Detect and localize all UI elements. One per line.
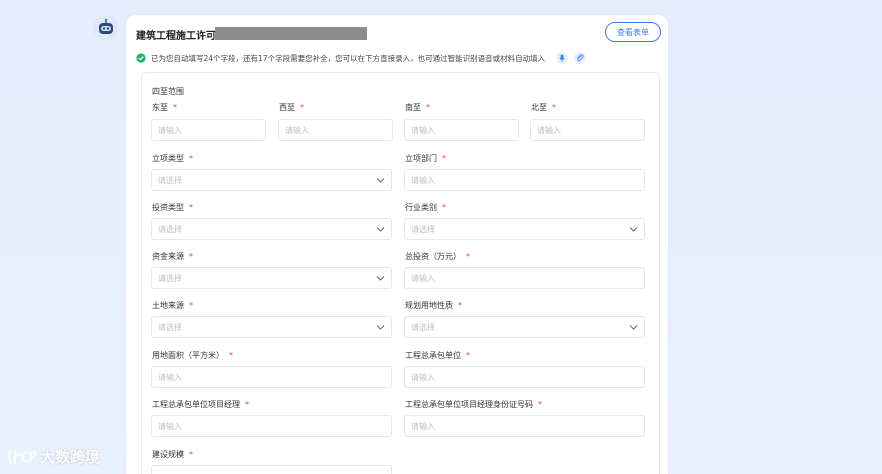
- label-south: 南至 *: [405, 103, 430, 112]
- label-north: 北至 *: [531, 103, 556, 112]
- east-input[interactable]: 请输入: [151, 119, 266, 141]
- west-input[interactable]: 请输入: [278, 119, 393, 141]
- south-input[interactable]: 请输入: [404, 119, 519, 141]
- label-general-contractor: 工程总承包单位 *: [405, 351, 470, 360]
- chevron-down-icon: [629, 227, 638, 232]
- chevron-down-icon: [376, 178, 385, 183]
- contractor-manager-id-input[interactable]: 请输入: [404, 415, 645, 437]
- watermark: 大数跨境: [7, 446, 100, 467]
- chevron-down-icon: [629, 325, 638, 330]
- notice-text: 已为您自动填写24个字段，还有17个字段需要您补全，您可以在下方直接录入，也可通…: [151, 53, 546, 63]
- north-input[interactable]: 请输入: [530, 119, 645, 141]
- land-area-input[interactable]: 请输入: [151, 366, 392, 388]
- construction-scale-input[interactable]: [151, 465, 392, 474]
- label-total-investment: 总投资（万元） *: [405, 252, 470, 261]
- label-construction-scale: 建设规模 *: [152, 450, 193, 459]
- chevron-down-icon: [376, 325, 385, 330]
- label-investment-type: 投资类型 *: [152, 203, 193, 212]
- label-project-type: 立项类型 *: [152, 154, 193, 163]
- form-title: 建筑工程施工许可: [136, 31, 216, 42]
- microphone-icon[interactable]: [556, 52, 568, 64]
- general-contractor-input[interactable]: 请输入: [404, 366, 645, 388]
- fund-source-select[interactable]: 请选择: [151, 267, 392, 289]
- label-land-use-nature: 规划用地性质 *: [405, 301, 462, 310]
- label-industry-category: 行业类别 *: [405, 203, 446, 212]
- land-source-select[interactable]: 请选择: [151, 316, 392, 338]
- form-card: 建筑工程施工许可 查看表单 已为您自动填写24个字段，还有17个字段需要您补全，…: [126, 15, 668, 474]
- label-fund-source: 资金来源 *: [152, 252, 193, 261]
- watermark-text: 大数跨境: [40, 448, 101, 466]
- label-contractor-manager-id: 工程总承包单位项目经理身份证号码 *: [405, 400, 542, 409]
- project-dept-input[interactable]: 请输入: [404, 169, 645, 191]
- label-contractor-manager: 工程总承包单位项目经理 *: [152, 400, 249, 409]
- section-label-boundaries: 四至范围: [152, 87, 184, 96]
- paperclip-icon[interactable]: [574, 52, 586, 64]
- total-investment-input[interactable]: 请输入: [404, 267, 645, 289]
- chevron-down-icon: [376, 227, 385, 232]
- label-land-source: 土地来源 *: [152, 301, 193, 310]
- robot-icon: [99, 18, 113, 34]
- label-east: 东至 *: [152, 103, 177, 112]
- form-panel: 四至范围 东至 * 西至 * 南至 * 北至 * 请输入 请输入 请输入 请输入 立项类…: [141, 72, 660, 474]
- view-form-button[interactable]: 查看表单: [605, 22, 661, 42]
- investment-type-select[interactable]: 请选择: [151, 218, 392, 240]
- contractor-manager-input[interactable]: 请输入: [151, 415, 392, 437]
- robot-avatar: [93, 15, 119, 41]
- label-project-dept: 立项部门 *: [405, 154, 446, 163]
- label-west: 西至 *: [279, 103, 304, 112]
- land-use-nature-select[interactable]: 请选择: [404, 316, 645, 338]
- redacted-title-block: [215, 27, 367, 40]
- industry-category-select[interactable]: 请选择: [404, 218, 645, 240]
- chevron-down-icon: [376, 276, 385, 281]
- check-circle-icon: [136, 53, 146, 63]
- autofill-notice: 已为您自动填写24个字段，还有17个字段需要您补全，您可以在下方直接录入，也可通…: [136, 52, 586, 64]
- label-land-area: 用地面积（平方米） *: [152, 351, 233, 360]
- project-type-select[interactable]: 请选择: [151, 169, 392, 191]
- watermark-logo: [8, 449, 37, 464]
